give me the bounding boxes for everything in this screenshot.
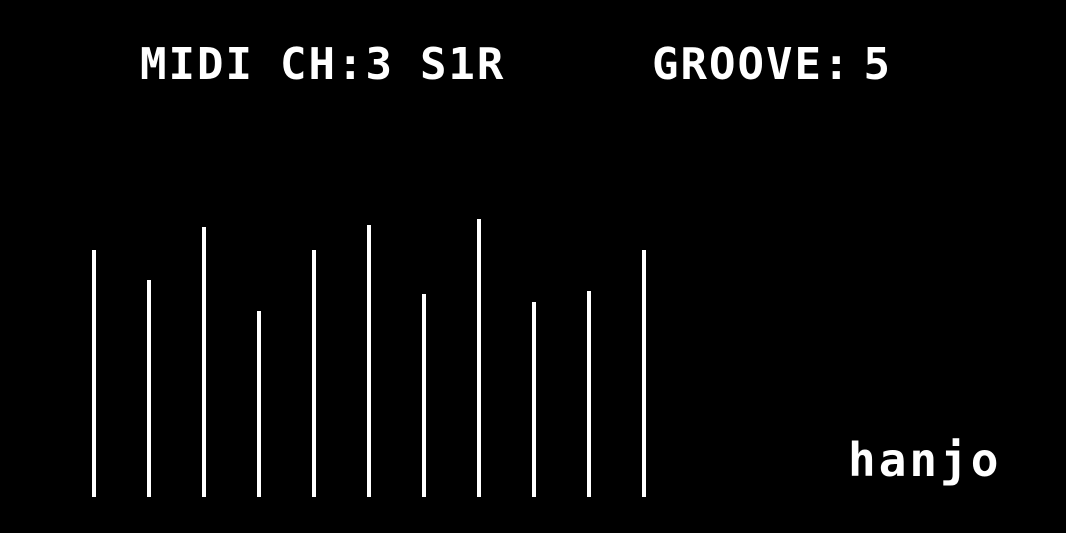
level-bar bbox=[642, 250, 646, 497]
level-bar bbox=[92, 250, 96, 497]
device-screen: MIDI CH:3 S1R GROOVE: 5 hanjo bbox=[0, 0, 1066, 533]
level-bar bbox=[257, 311, 261, 497]
level-bar bbox=[202, 227, 206, 497]
level-bar bbox=[312, 250, 316, 497]
level-bar bbox=[477, 219, 481, 497]
level-bar bbox=[147, 280, 151, 497]
level-bar bbox=[587, 291, 591, 497]
level-bar bbox=[367, 225, 371, 497]
level-bar bbox=[532, 302, 536, 497]
level-bar bbox=[422, 294, 426, 497]
sample-name: hanjo bbox=[848, 433, 1002, 487]
